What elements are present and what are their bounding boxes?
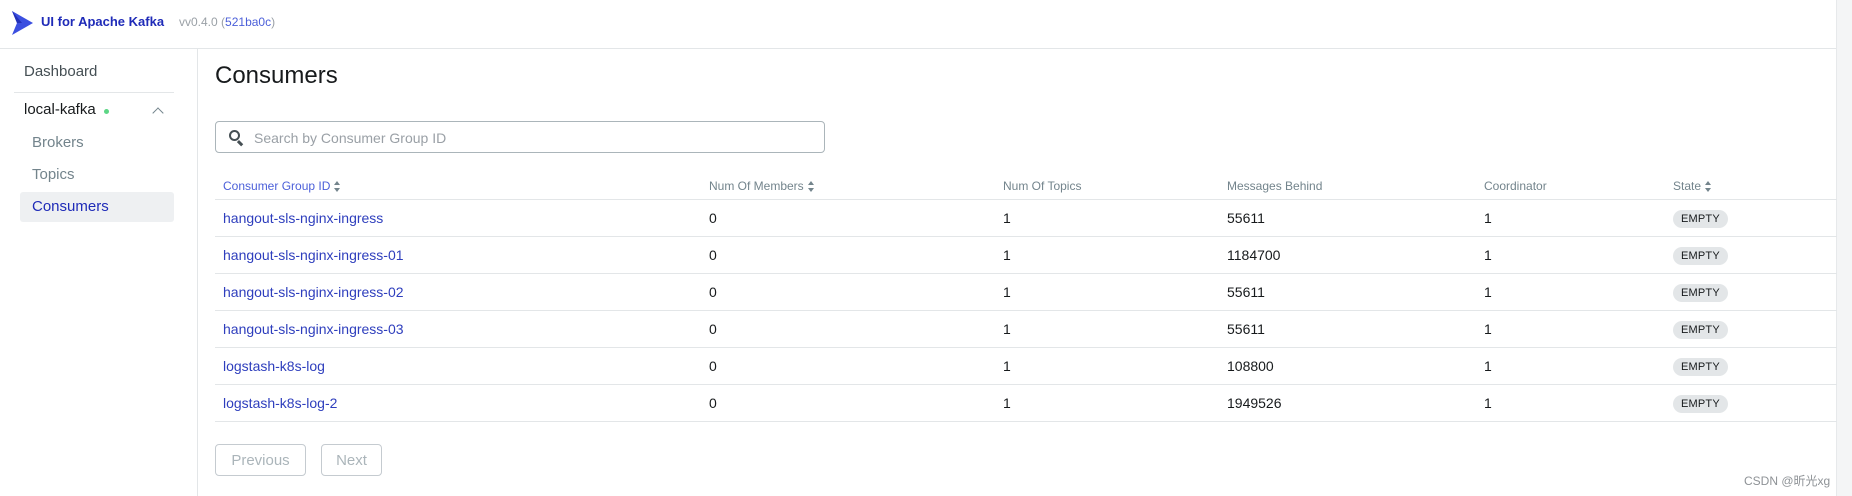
cluster-toggle[interactable]: local-kafka — [24, 101, 174, 127]
table-row: logstash-k8s-log-2 0 1 1949526 1 EMPTY — [215, 384, 1837, 422]
watermark: CSDN @昕光xg — [1744, 474, 1831, 488]
column-label: Consumer Group ID — [223, 178, 331, 193]
table-row: hangout-sls-nginx-ingress-03 0 1 55611 1… — [215, 310, 1837, 348]
consumer-group-link[interactable]: hangout-sls-nginx-ingress-01 — [215, 236, 701, 274]
state-cell: EMPTY — [1665, 236, 1837, 274]
sort-icon[interactable] — [334, 180, 341, 192]
consumer-group-link[interactable]: logstash-k8s-log — [215, 347, 701, 385]
column-header-num-of-members[interactable]: Num Of Members — [701, 172, 995, 200]
coordinator-cell: 1 — [1476, 199, 1665, 237]
table-row: logstash-k8s-log 0 1 108800 1 EMPTY — [215, 347, 1837, 385]
coordinator-cell: 1 — [1476, 273, 1665, 311]
num-topics-cell: 1 — [995, 384, 1219, 422]
state-badge: EMPTY — [1673, 209, 1728, 228]
state-badge: EMPTY — [1673, 320, 1728, 339]
consumer-group-link[interactable]: hangout-sls-nginx-ingress-02 — [215, 273, 701, 311]
sidebar-item-topics[interactable]: Topics — [20, 160, 174, 190]
column-label: State — [1673, 178, 1702, 193]
state-cell: EMPTY — [1665, 310, 1837, 348]
state-cell: EMPTY — [1665, 347, 1837, 385]
messages-behind-cell: 55611 — [1219, 199, 1476, 237]
column-header-consumer-group-id[interactable]: Consumer Group ID — [215, 172, 701, 200]
state-cell: EMPTY — [1665, 384, 1837, 422]
coordinator-cell: 1 — [1476, 347, 1665, 385]
column-header-messages-behind: Messages Behind — [1219, 172, 1476, 200]
messages-behind-cell: 55611 — [1219, 273, 1476, 311]
num-members-cell: 0 — [701, 310, 995, 348]
state-badge: EMPTY — [1673, 394, 1728, 413]
cluster-name: local-kafka — [24, 101, 96, 118]
version-number: vv0.4.0 — [179, 15, 218, 29]
coordinator-cell: 1 — [1476, 236, 1665, 274]
coordinator-cell: 1 — [1476, 310, 1665, 348]
search-input[interactable] — [252, 126, 816, 150]
consumers-table: Consumer Group ID Num Of Members Num Of … — [215, 172, 1837, 422]
sidebar-item-dashboard[interactable]: Dashboard — [24, 63, 97, 80]
sort-icon[interactable] — [1705, 180, 1712, 192]
cluster-status-dot — [104, 109, 109, 114]
num-members-cell: 0 — [701, 384, 995, 422]
num-members-cell: 0 — [701, 236, 995, 274]
page-scrollbar[interactable] — [1836, 0, 1852, 496]
page-title: Consumers — [215, 62, 338, 89]
column-header-coordinator: Coordinator — [1476, 172, 1665, 200]
sidebar: Dashboard local-kafka Brokers Topics Con… — [0, 49, 198, 496]
num-topics-cell: 1 — [995, 199, 1219, 237]
messages-behind-cell: 108800 — [1219, 347, 1476, 385]
state-badge: EMPTY — [1673, 246, 1728, 265]
num-members-cell: 0 — [701, 347, 995, 385]
state-badge: EMPTY — [1673, 283, 1728, 302]
commit-link[interactable]: 521ba0c — [225, 15, 271, 29]
state-cell: EMPTY — [1665, 273, 1837, 311]
next-page-button[interactable]: Next — [321, 444, 382, 476]
top-navbar: UI for Apache Kafka vv0.4.0 (521ba0c) — [0, 0, 1837, 49]
column-label: Num Of Members — [709, 178, 804, 193]
coordinator-cell: 1 — [1476, 384, 1665, 422]
previous-page-button[interactable]: Previous — [215, 444, 306, 476]
messages-behind-cell: 55611 — [1219, 310, 1476, 348]
consumer-group-link[interactable]: hangout-sls-nginx-ingress-03 — [215, 310, 701, 348]
state-cell: EMPTY — [1665, 199, 1837, 237]
kafka-bird-logo-icon[interactable] — [10, 10, 34, 36]
num-members-cell: 0 — [701, 199, 995, 237]
num-topics-cell: 1 — [995, 310, 1219, 348]
num-topics-cell: 1 — [995, 273, 1219, 311]
consumer-group-link[interactable]: logstash-k8s-log-2 — [215, 384, 701, 422]
consumer-group-link[interactable]: hangout-sls-nginx-ingress — [215, 199, 701, 237]
sidebar-item-brokers[interactable]: Brokers — [20, 128, 174, 158]
sort-icon[interactable] — [807, 180, 815, 192]
table-header-row: Consumer Group ID Num Of Members Num Of … — [215, 172, 1837, 200]
app-title[interactable]: UI for Apache Kafka — [41, 14, 164, 29]
table-row: hangout-sls-nginx-ingress-02 0 1 55611 1… — [215, 273, 1837, 311]
app-version: vv0.4.0 (521ba0c) — [179, 15, 276, 29]
table-row: hangout-sls-nginx-ingress 0 1 55611 1 EM… — [215, 199, 1837, 237]
table-row: hangout-sls-nginx-ingress-01 0 1 1184700… — [215, 236, 1837, 274]
num-topics-cell: 1 — [995, 236, 1219, 274]
column-header-num-of-topics: Num Of Topics — [995, 172, 1219, 200]
search-icon — [229, 130, 240, 141]
messages-behind-cell: 1949526 — [1219, 384, 1476, 422]
messages-behind-cell: 1184700 — [1219, 236, 1476, 274]
sidebar-item-consumers[interactable]: Consumers — [20, 192, 174, 222]
num-topics-cell: 1 — [995, 347, 1219, 385]
search-box[interactable] — [215, 121, 825, 153]
chevron-up-icon[interactable] — [152, 107, 164, 119]
state-badge: EMPTY — [1673, 357, 1728, 376]
sidebar-divider — [14, 92, 174, 93]
num-members-cell: 0 — [701, 273, 995, 311]
column-header-state[interactable]: State — [1665, 172, 1837, 200]
